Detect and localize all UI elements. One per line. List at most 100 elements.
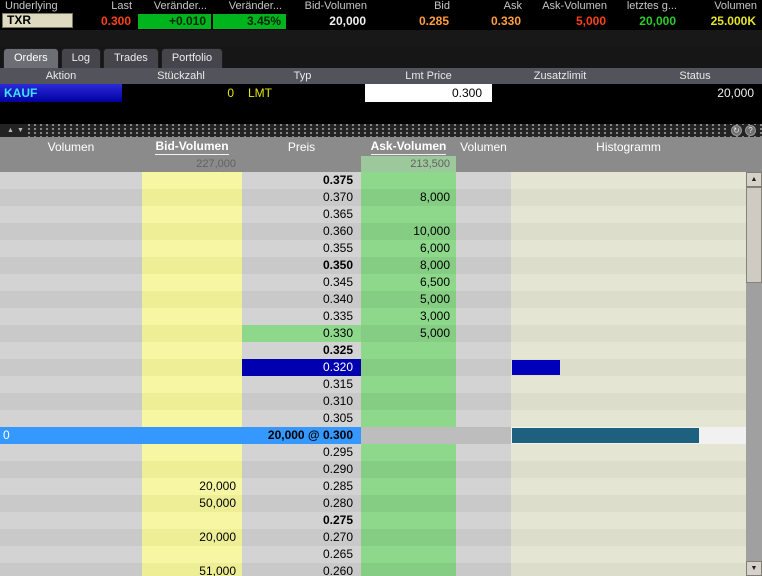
ask-volume-cell[interactable]: 6,000 xyxy=(361,240,456,257)
ladder-row[interactable]: 0.310 xyxy=(0,393,746,410)
ladder-row[interactable]: 0.335 3,000 xyxy=(0,308,746,325)
ask-volume-cell[interactable]: 3,000 xyxy=(361,308,456,325)
price-cell[interactable]: 0.345 xyxy=(242,274,361,291)
bid-volume-cell[interactable] xyxy=(142,342,242,359)
price-cell[interactable]: 0.320 xyxy=(242,359,361,376)
ladder-row[interactable]: 0.325 xyxy=(0,342,746,359)
price-cell[interactable]: 0.285 xyxy=(242,478,361,495)
price-cell[interactable]: 0.295 xyxy=(242,444,361,461)
bid-volume-cell[interactable] xyxy=(142,257,242,274)
scroll-up-button[interactable]: ▲ xyxy=(746,172,762,187)
bid-volume-cell[interactable] xyxy=(142,274,242,291)
order-lmt-price-field[interactable]: 0.300 xyxy=(365,84,492,102)
scroll-down-button[interactable]: ▼ xyxy=(746,561,762,576)
bid-volume-cell[interactable] xyxy=(142,325,242,342)
bid-volume-cell[interactable] xyxy=(142,461,242,478)
ladder-row[interactable]: 0.360 10,000 xyxy=(0,223,746,240)
price-cell[interactable]: 0.360 xyxy=(242,223,361,240)
scrollbar-thumb[interactable] xyxy=(746,187,762,283)
price-cell[interactable]: 0.310 xyxy=(242,393,361,410)
price-cell[interactable]: 0.340 xyxy=(242,291,361,308)
bid-volume-cell[interactable] xyxy=(142,172,242,189)
bid-volume-cell[interactable] xyxy=(142,308,242,325)
price-cell[interactable]: 0.270 xyxy=(242,529,361,546)
ask-volume-cell[interactable] xyxy=(361,444,456,461)
order-quantity-cell[interactable]: 0 xyxy=(122,84,240,102)
price-cell[interactable]: 20,000 @ 0.300 xyxy=(242,427,361,444)
splitter-collapse-up-icon[interactable]: ▲ xyxy=(7,124,14,137)
bid-volume-cell[interactable] xyxy=(142,546,242,563)
ask-volume-cell[interactable]: 5,000 xyxy=(361,325,456,342)
ladder-row[interactable]: 0.375 xyxy=(0,172,746,189)
ask-volume-cell[interactable] xyxy=(361,427,456,444)
panel-splitter[interactable]: ▲ ▼ ↻ ? xyxy=(0,124,762,137)
bid-volume-cell[interactable]: 50,000 xyxy=(142,495,242,512)
ask-volume-cell[interactable] xyxy=(361,342,456,359)
ask-volume-cell[interactable] xyxy=(361,461,456,478)
bid-volume-cell[interactable] xyxy=(142,427,242,444)
refresh-icon[interactable]: ↻ xyxy=(731,125,742,136)
ask-volume-cell[interactable] xyxy=(361,563,456,576)
tab-trades[interactable]: Trades xyxy=(102,48,159,68)
ladder-row[interactable]: 0.355 6,000 xyxy=(0,240,746,257)
ladder-row[interactable]: 0.295 xyxy=(0,444,746,461)
ask-volume-cell[interactable]: 8,000 xyxy=(361,257,456,274)
price-cell[interactable]: 0.265 xyxy=(242,546,361,563)
ask-volume-cell[interactable]: 6,500 xyxy=(361,274,456,291)
bid-volume-cell[interactable]: 20,000 xyxy=(142,529,242,546)
ask-volume-cell[interactable]: 8,000 xyxy=(361,189,456,206)
bid-volume-cell[interactable]: 51,000 xyxy=(142,563,242,576)
ladder-row[interactable]: 0.305 xyxy=(0,410,746,427)
price-cell[interactable]: 0.305 xyxy=(242,410,361,427)
bid-volume-cell[interactable] xyxy=(142,444,242,461)
bid-volume-cell[interactable]: 20,000 xyxy=(142,478,242,495)
ask-volume-cell[interactable] xyxy=(361,512,456,529)
price-cell[interactable]: 0.260 xyxy=(242,563,361,576)
ladder-row[interactable]: 0.345 6,500 xyxy=(0,274,746,291)
price-cell[interactable]: 0.365 xyxy=(242,206,361,223)
ladder-row[interactable]: 0.265 xyxy=(0,546,746,563)
bid-volume-cell[interactable] xyxy=(142,376,242,393)
bid-volume-cell[interactable] xyxy=(142,291,242,308)
bid-volume-cell[interactable] xyxy=(142,359,242,376)
order-zusatzlimit-cell[interactable] xyxy=(492,84,628,102)
bid-volume-cell[interactable] xyxy=(142,240,242,257)
ask-volume-cell[interactable] xyxy=(361,495,456,512)
ladder-row[interactable]: 0.350 8,000 xyxy=(0,257,746,274)
ladder-row[interactable]: 0.370 8,000 xyxy=(0,189,746,206)
splitter-collapse-down-icon[interactable]: ▼ xyxy=(17,124,24,137)
order-type-cell[interactable]: LMT xyxy=(240,84,365,102)
ladder-row[interactable]: 0.320 xyxy=(0,359,746,376)
price-cell[interactable]: 0.280 xyxy=(242,495,361,512)
bid-volume-cell[interactable] xyxy=(142,206,242,223)
tab-log[interactable]: Log xyxy=(60,48,101,68)
ladder-row[interactable]: 0.340 5,000 xyxy=(0,291,746,308)
price-cell[interactable]: 0.335 xyxy=(242,308,361,325)
ladder-scrollbar[interactable]: ▲ ▼ xyxy=(746,172,762,576)
price-cell[interactable]: 0.355 xyxy=(242,240,361,257)
price-cell[interactable]: 0.330 xyxy=(242,325,361,342)
bid-volume-cell[interactable] xyxy=(142,393,242,410)
help-icon[interactable]: ? xyxy=(745,125,756,136)
bid-volume-cell[interactable] xyxy=(142,223,242,240)
ladder-row[interactable]: 20,000 0.270 xyxy=(0,529,746,546)
price-cell[interactable]: 0.370 xyxy=(242,189,361,206)
tab-portfolio[interactable]: Portfolio xyxy=(160,48,224,68)
ask-volume-cell[interactable] xyxy=(361,172,456,189)
ask-volume-cell[interactable] xyxy=(361,478,456,495)
ask-volume-cell[interactable] xyxy=(361,546,456,563)
price-cell[interactable]: 0.350 xyxy=(242,257,361,274)
ask-volume-cell[interactable] xyxy=(361,529,456,546)
bid-volume-cell[interactable] xyxy=(142,189,242,206)
ask-volume-cell[interactable]: 5,000 xyxy=(361,291,456,308)
ladder-row[interactable]: 0.275 xyxy=(0,512,746,529)
ladder-row[interactable]: 0.315 xyxy=(0,376,746,393)
ladder-row[interactable]: 0.330 5,000 xyxy=(0,325,746,342)
price-cell[interactable]: 0.325 xyxy=(242,342,361,359)
ask-volume-cell[interactable]: 10,000 xyxy=(361,223,456,240)
ask-volume-cell[interactable] xyxy=(361,410,456,427)
ladder-row[interactable]: 0.290 xyxy=(0,461,746,478)
order-action-cell[interactable]: KAUF xyxy=(0,84,122,102)
tab-orders[interactable]: Orders xyxy=(3,48,59,68)
ladder-row[interactable]: 51,000 0.260 xyxy=(0,563,746,576)
